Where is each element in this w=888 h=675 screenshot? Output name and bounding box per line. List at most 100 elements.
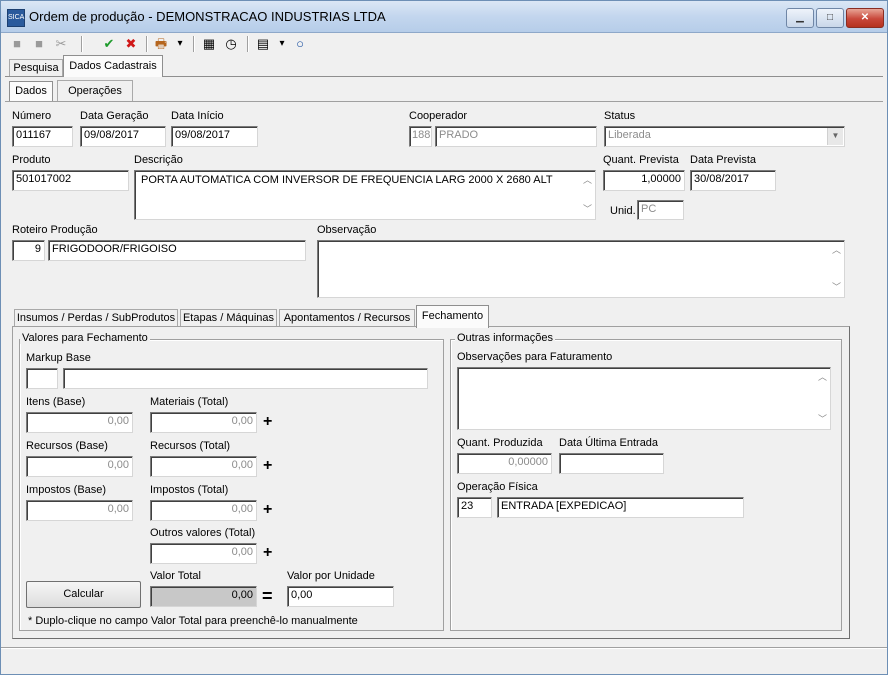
chevron-down-icon[interactable]: ▼ <box>827 128 843 145</box>
circle-icon[interactable]: ○ <box>293 36 307 52</box>
data-geracao-field[interactable]: 09/08/2017 <box>80 126 166 147</box>
obs-faturamento-label: Observações para Faturamento <box>457 351 613 363</box>
data-ultima-field[interactable] <box>559 453 664 474</box>
tab-dados-cadastrais[interactable]: Dados Cadastrais <box>63 55 163 77</box>
valor-unidade-label: Valor por Unidade <box>287 570 375 582</box>
close-button[interactable]: ✕ <box>846 8 884 28</box>
confirm-icon[interactable]: ✔ <box>101 36 117 52</box>
produto-label: Produto <box>12 154 51 166</box>
data-geracao-label: Data Geração <box>80 110 149 122</box>
status-label: Status <box>604 110 636 122</box>
valores-fechamento-title: Valores para Fechamento <box>20 332 150 344</box>
app-icon: SICA <box>7 9 25 27</box>
tab-fechamento[interactable]: Fechamento <box>416 305 489 328</box>
itens-base-field[interactable]: 0,00 <box>26 412 133 433</box>
quant-produzida-field[interactable]: 0,00000 <box>457 453 552 474</box>
print-dropdown-icon[interactable]: ▾ <box>175 36 185 52</box>
observacao-scrollbar[interactable]: ︿ ﹀ <box>829 242 843 296</box>
itens-base-label: Itens (Base) <box>26 396 86 408</box>
sub-tabs-line <box>5 101 883 102</box>
roteiro-label: Roteiro Produção <box>12 224 98 236</box>
save-icon[interactable]: ■ <box>31 36 47 52</box>
descricao-text: PORTA AUTOMATICA COM INVERSOR DE FREQUEN… <box>141 174 553 186</box>
materiais-total-field[interactable]: 0,00 <box>150 412 257 433</box>
tab-pesquisa[interactable]: Pesquisa <box>9 59 63 77</box>
new-icon[interactable]: ■ <box>9 36 25 52</box>
cancel-icon[interactable]: ✖ <box>123 36 139 52</box>
roteiro-name-field[interactable]: FRIGODOOR/FRIGOISO <box>48 240 306 261</box>
valor-unidade-field[interactable]: 0,00 <box>287 586 394 607</box>
unid-field[interactable]: PC <box>637 200 684 220</box>
title-bar[interactable]: SICA Ordem de produção - DEMONSTRACAO IN… <box>1 1 887 33</box>
data-ultima-label: Data Última Entrada <box>559 437 659 449</box>
minimize-button[interactable]: ▁ <box>786 8 814 28</box>
recursos-base-field[interactable]: 0,00 <box>26 456 133 477</box>
outros-total-field[interactable]: 0,00 <box>150 543 257 564</box>
maximize-button[interactable]: □ <box>816 8 844 28</box>
tab-dados[interactable]: Dados <box>9 81 53 101</box>
data-inicio-field[interactable]: 09/08/2017 <box>171 126 258 147</box>
impostos-base-label: Impostos (Base) <box>26 484 107 496</box>
data-inicio-label: Data Início <box>171 110 224 122</box>
plus-icon: + <box>263 413 273 430</box>
cooperador-code-field[interactable]: 188 <box>409 126 432 147</box>
cooperador-name-field[interactable]: PRADO <box>435 126 597 147</box>
markup-code-field[interactable] <box>26 368 58 389</box>
operacao-name-field[interactable]: ENTRADA [EXPEDICAO] <box>497 497 744 518</box>
status-divider <box>1 647 887 649</box>
toolbar-separator <box>146 36 148 52</box>
observacao-textarea[interactable]: ︿ ﹀ <box>317 240 845 298</box>
valor-total-field[interactable]: 0,00 <box>150 586 257 607</box>
descricao-scrollbar[interactable]: ︿ ﹀ <box>580 172 594 218</box>
toolbar-separator <box>193 36 195 52</box>
toolbar-separator <box>81 36 83 52</box>
tab-insumos[interactable]: Insumos / Perdas / SubProdutos <box>14 309 178 327</box>
quant-prevista-label: Quant. Prevista <box>603 154 679 166</box>
tab-etapas[interactable]: Etapas / Máquinas <box>180 309 277 327</box>
status-select[interactable]: Liberada ▼ <box>604 126 845 147</box>
descricao-textarea[interactable]: PORTA AUTOMATICA COM INVERSOR DE FREQUEN… <box>134 170 596 220</box>
plus-icon: + <box>263 501 273 518</box>
impostos-total-label: Impostos (Total) <box>150 484 229 496</box>
observacao-label: Observação <box>317 224 377 236</box>
grid-dropdown-icon[interactable]: ▾ <box>277 36 287 52</box>
numero-field[interactable]: 011167 <box>12 126 73 147</box>
impostos-total-field[interactable]: 0,00 <box>150 500 257 521</box>
calcular-button[interactable]: Calcular <box>26 581 141 608</box>
plus-icon: + <box>263 457 273 474</box>
toolbar: ■ ■ ✂ ✔ ✖ 🖶 ▾ ▦ ◷ ▤ ▾ ○ <box>1 33 887 55</box>
toolbar-separator <box>247 36 249 52</box>
valor-total-hint: * Duplo-clique no campo Valor Total para… <box>28 615 358 627</box>
print-icon[interactable]: 🖶 <box>153 36 169 52</box>
clock-icon[interactable]: ◷ <box>223 36 239 52</box>
quant-prevista-field[interactable]: 1,00000 <box>603 170 685 191</box>
recursos-total-field[interactable]: 0,00 <box>150 456 257 477</box>
outros-total-label: Outros valores (Total) <box>150 527 256 539</box>
calculator-icon[interactable]: ▦ <box>201 36 217 52</box>
grid-icon[interactable]: ▤ <box>255 36 271 52</box>
cut-icon[interactable]: ✂ <box>53 36 69 52</box>
obs-faturamento-scrollbar[interactable]: ︿ ﹀ <box>815 369 829 428</box>
valor-total-label: Valor Total <box>150 570 201 582</box>
markup-name-field[interactable] <box>63 368 428 389</box>
cooperador-label: Cooperador <box>409 110 468 122</box>
equals-icon: = <box>262 586 273 606</box>
markup-label: Markup Base <box>26 352 91 364</box>
operacao-code-field[interactable]: 23 <box>457 497 492 518</box>
plus-icon: + <box>263 544 273 561</box>
obs-faturamento-textarea[interactable]: ︿ ﹀ <box>457 367 831 430</box>
data-prevista-field[interactable]: 30/08/2017 <box>690 170 776 191</box>
recursos-base-label: Recursos (Base) <box>26 440 108 452</box>
numero-label: Número <box>12 110 52 122</box>
impostos-base-field[interactable]: 0,00 <box>26 500 133 521</box>
unid-label: Unid. <box>610 205 636 217</box>
window-title: Ordem de produção - DEMONSTRACAO INDUSTR… <box>29 9 386 24</box>
roteiro-code-field[interactable]: 9 <box>12 240 45 261</box>
tab-operacoes[interactable]: Operações <box>57 80 133 101</box>
recursos-total-label: Recursos (Total) <box>150 440 231 452</box>
tab-apontamentos[interactable]: Apontamentos / Recursos <box>279 309 415 327</box>
quant-produzida-label: Quant. Produzida <box>457 437 543 449</box>
produto-field[interactable]: 501017002 <box>12 170 129 191</box>
outras-informacoes-title: Outras informações <box>455 332 555 344</box>
descricao-label: Descrição <box>134 154 183 166</box>
